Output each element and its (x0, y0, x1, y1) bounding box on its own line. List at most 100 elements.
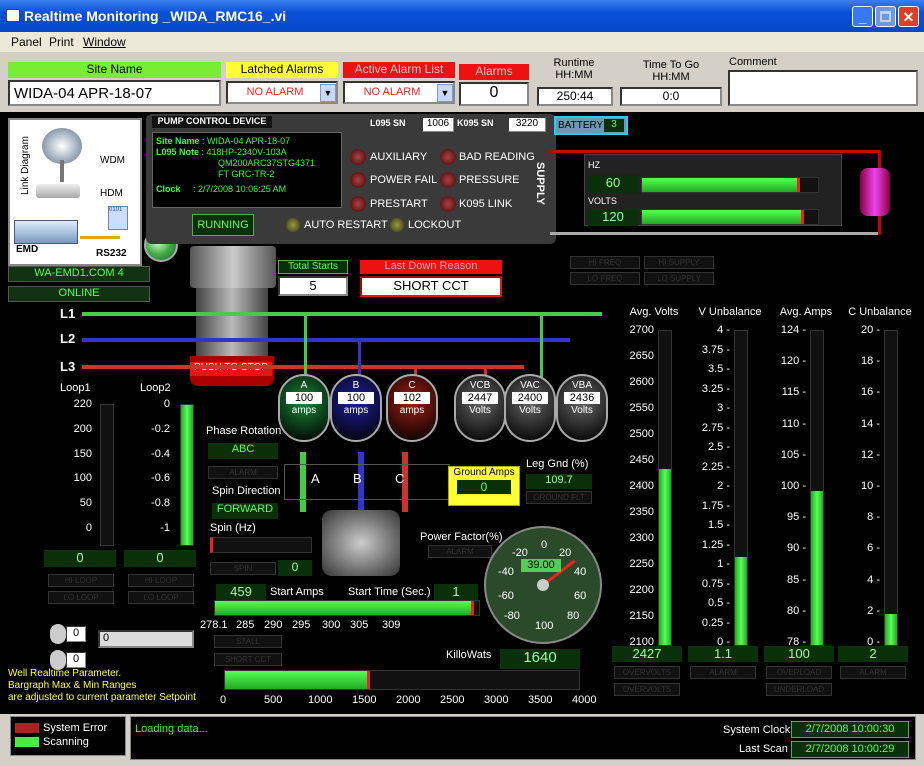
loop2-tick: -0.4 (151, 447, 170, 460)
ground-amps-panel: Ground Amps 0 (448, 466, 520, 506)
note-line-3: are adjusted to current parameter Setpoi… (8, 692, 196, 703)
pcd-note-label: L095 Note (156, 147, 200, 157)
lo-loop2-button[interactable]: LO LOOP (128, 591, 194, 604)
hi-loop1-button[interactable]: HI LOOP (48, 574, 114, 587)
lo-supply-button[interactable]: LO SUPPLY (644, 272, 714, 285)
pcd-info-screen: Site Name : WIDA-04 APR-18-07 L095 Note … (152, 132, 342, 208)
site-name-field[interactable]: WIDA-04 APR-18-07 (8, 80, 221, 106)
ttg-label-line1: Time To Go (642, 59, 700, 71)
short-cct-button[interactable]: SHORT CCT (214, 653, 282, 666)
ground-fault-button[interactable]: GROUND FLT (526, 491, 592, 504)
meter-name: C (408, 380, 416, 391)
prestart-led (350, 196, 366, 212)
system-clock-label: System Clock (723, 724, 791, 736)
gauge-button[interactable]: UNDERLOAD (766, 683, 832, 696)
gauge-tick: 8 - (867, 511, 880, 524)
runtime-label-line2: HH:MM (555, 69, 593, 81)
stepper-2-icon[interactable] (50, 650, 66, 670)
hz-bar (641, 177, 819, 193)
kilowatts-tick: 3500 (528, 694, 553, 706)
online-status: ONLINE (8, 286, 150, 302)
menu-panel[interactable]: Panel (11, 35, 42, 49)
cable-line (80, 236, 120, 239)
gauge-tick: 2 - (867, 604, 880, 617)
pf-tick: -80 (504, 610, 520, 622)
loop1-tick: 50 (79, 497, 92, 510)
meter-unit: Volts (519, 405, 541, 416)
start-amps-label: Start Amps (270, 586, 324, 598)
phase-alarm-button[interactable]: ALARM (208, 466, 278, 479)
alarms-label: Alarms (459, 64, 529, 80)
gauge-tick: 2 - (717, 480, 730, 492)
loop1-bar (100, 404, 114, 546)
hi-loop2-button[interactable]: HI LOOP (128, 574, 194, 587)
gauge-tick: 10 - (861, 480, 880, 492)
alarms-count: 0 (459, 82, 529, 106)
meter-vcb: VCB 2447 Volts (454, 374, 506, 442)
minimize-button[interactable]: _ (852, 6, 873, 27)
gauge-tick: 2200 (629, 584, 654, 596)
gauge-button[interactable]: OVERVOLTS (614, 683, 680, 696)
top-strip: Site Name WIDA-04 APR-18-07 Latched Alar… (0, 52, 924, 112)
kilowatts-bar (224, 670, 580, 690)
gauge-bar (810, 330, 824, 646)
gauge-tick: 16 - (861, 386, 880, 399)
gauge-button[interactable]: OVERVOLTS (614, 666, 680, 679)
pcd-note-2: QM200ARC37STG4371 (218, 158, 316, 168)
menu-window[interactable]: Window (83, 35, 126, 49)
start-time-bar-fill (215, 601, 474, 615)
stepper-1-value[interactable]: 0 (66, 626, 86, 642)
loop2-tick: 0 (163, 398, 170, 410)
numeric-field[interactable]: 0 (98, 630, 194, 648)
gauge-button[interactable]: ALARM (840, 666, 906, 679)
chevron-down-icon[interactable]: ▼ (320, 84, 336, 102)
power-fail-led (350, 172, 366, 188)
pump-control-device: PUMP CONTROL DEVICE L095 SN 1006 K095 SN… (146, 114, 556, 244)
pf-tick: -60 (498, 590, 514, 602)
start-time-tick: 290 (264, 619, 283, 631)
battery-indicator: BATTERY 3 (554, 116, 628, 135)
spin-button[interactable]: SPIN (210, 562, 276, 575)
gauge-tick: 2300 (629, 532, 654, 544)
lo-loop1-button[interactable]: LO LOOP (48, 591, 114, 604)
comment-field[interactable] (728, 70, 918, 106)
pressure-led (440, 172, 456, 188)
hi-supply-button[interactable]: HI SUPPLY (644, 256, 714, 269)
phase-rotation-label: Phase Rotation (206, 425, 282, 437)
stepper-2-value[interactable]: 0 (66, 652, 86, 668)
loop1-tick: 100 (73, 472, 92, 485)
stepper-1-icon[interactable] (50, 624, 66, 644)
gauge-tick: 0.25 - (701, 616, 730, 629)
pcd-clock-label: Clock (156, 184, 181, 194)
lo-freq-button[interactable]: LO FREQ (570, 272, 640, 285)
hi-freq-button[interactable]: HI FREQ (570, 256, 640, 269)
meter-unit: amps (291, 405, 317, 416)
site-name-label: Site Name (8, 62, 221, 78)
maximize-button[interactable] (875, 6, 896, 27)
gauge-title: Avg. Volts (629, 306, 679, 318)
loop1-tick: 150 (73, 447, 92, 460)
pcd-note-1: 418HP-2340V-103A (206, 147, 287, 157)
gauge-tick: 1.5 - (707, 519, 730, 531)
loop1-tick: 200 (73, 422, 92, 435)
auxiliary-label: AUXILIARY (370, 151, 428, 163)
gauge-tick: 124 - (780, 324, 806, 336)
gauge-button[interactable]: ALARM (690, 666, 756, 679)
gauge-title: V Unbalance (698, 306, 762, 318)
spin-direction-value: FORWARD (212, 503, 278, 519)
menu-print[interactable]: Print (49, 35, 74, 49)
gauge-tick: 2650 (629, 350, 654, 362)
gauge-button[interactable]: OVERLOAD (766, 666, 832, 679)
gauge-tick: 0.75 - (701, 577, 730, 590)
meter-value: 100 (338, 392, 374, 404)
power-factor-value: 39.00 (521, 559, 561, 572)
last-down-label: Last Down Reason (360, 260, 502, 274)
meter-vac: VAC 2400 Volts (504, 374, 556, 442)
close-button[interactable]: ✕ (898, 6, 919, 27)
stall-button[interactable]: STALL (214, 635, 282, 648)
k095-link-led (440, 196, 456, 212)
chevron-down-icon[interactable]: ▼ (437, 84, 453, 102)
app-icon (6, 9, 20, 22)
volts-label: VOLTS (588, 196, 617, 206)
system-clock: 2/7/2008 10:00:30 (791, 721, 909, 738)
